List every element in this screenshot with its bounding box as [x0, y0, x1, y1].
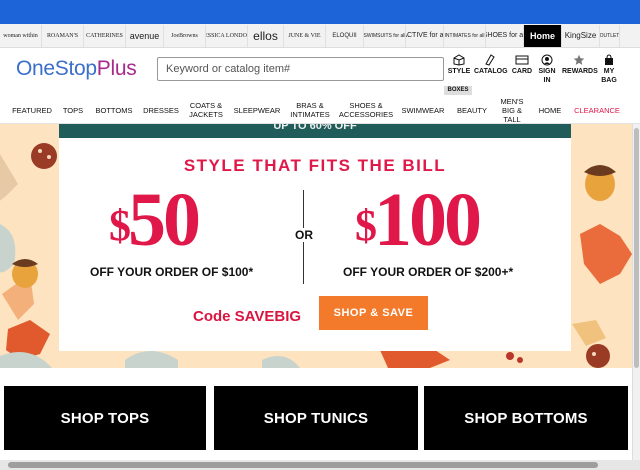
search-input[interactable]: Keyword or catalog item# — [157, 57, 444, 81]
user-icon — [541, 54, 553, 66]
brand-logo-catherines[interactable]: CATHERINES — [84, 24, 126, 47]
promo-code: Code SAVEBIG — [193, 308, 302, 325]
browser-top-bar — [0, 0, 640, 24]
style-box-icon — [453, 54, 465, 66]
offer2-amount: $100 — [355, 182, 482, 258]
nav-item-featured[interactable]: FEATURED — [8, 96, 56, 124]
rewards-link[interactable]: REWARDS — [562, 54, 598, 76]
card-link[interactable]: CARD — [510, 54, 534, 76]
offer1-dollar-sign: $ — [109, 201, 131, 250]
shop-tunics-tile[interactable]: SHOP TUNICS — [214, 386, 418, 450]
main-nav: FEATURED TOPS BOTTOMS DRESSES COATS & JA… — [0, 96, 640, 124]
shop-tops-tile[interactable]: SHOP TOPS — [4, 386, 206, 450]
horizontal-scrollbar[interactable] — [0, 460, 640, 470]
sign-in-link[interactable]: SIGN IN — [536, 54, 558, 85]
my-bag-link[interactable]: MY BAG — [598, 54, 620, 85]
util-label-card: CARD — [511, 68, 533, 75]
nav-item-clearance[interactable]: CLEARANCE — [572, 96, 622, 124]
nav-item-coats-jackets[interactable]: COATS & JACKETS — [186, 96, 226, 124]
brand-logo-jessica-london[interactable]: JESSICA LONDON — [206, 24, 248, 47]
vertical-scroll-thumb[interactable] — [634, 128, 639, 368]
nav-item-beauty[interactable]: BEAUTY — [452, 96, 492, 124]
offer2-dollar-sign: $ — [355, 201, 377, 250]
vertical-scrollbar[interactable] — [632, 124, 640, 464]
site-header: OneStopPlus Keyword or catalog item# STY… — [0, 48, 640, 96]
hero-banner[interactable]: UP TO 60% OFF STYLE THAT FITS THE BILL $… — [0, 124, 632, 368]
catalog-link[interactable]: CATALOG — [474, 54, 508, 76]
hero-teal-strip: UP TO 60% OFF — [59, 124, 571, 138]
nav-item-dresses[interactable]: DRESSES — [140, 96, 182, 124]
brand-logo-intimates-for-all[interactable]: INTIMATES for all — [444, 24, 486, 47]
offer1-amount: $50 — [109, 182, 201, 258]
bag-icon — [605, 54, 613, 65]
brand-strip: woman within ROAMAN'S CATHERINES avenue JoeB… — [0, 24, 640, 48]
offer-or-label: OR — [294, 228, 314, 242]
horizontal-scroll-thumb[interactable] — [8, 462, 598, 468]
catalog-icon — [485, 54, 495, 66]
brand-logo-outlet[interactable]: OUTLET — [600, 24, 620, 47]
offer-card: STYLE THAT FITS THE BILL $50 OFF YOUR OR… — [59, 138, 571, 351]
offer-headline: STYLE THAT FITS THE BILL — [183, 156, 447, 175]
offer2-text: OFF YOUR ORDER OF $200+* — [343, 265, 514, 279]
util-label-sign-in: SIGN IN — [538, 68, 556, 84]
brand-logo-woman-within[interactable]: woman within — [0, 24, 42, 47]
util-label-rewards: REWARDS — [562, 68, 598, 75]
logo-text-plus: Plus — [96, 57, 137, 80]
brand-logo-home[interactable]: Home — [524, 24, 562, 47]
util-label-style: STYLE — [447, 68, 471, 75]
brand-logo-avenue[interactable]: avenue — [126, 24, 164, 47]
shop-and-save-button[interactable]: SHOP & SAVE — [319, 296, 428, 330]
search-placeholder: Keyword or catalog item# — [166, 63, 291, 75]
brand-logo-ellos[interactable]: ellos — [248, 24, 284, 47]
page: woman within ROAMAN'S CATHERINES avenue JoeB… — [0, 0, 640, 470]
hero-teal-text: UP TO 60% OFF — [273, 124, 357, 132]
offer2-amount-value: 100 — [374, 178, 482, 262]
offer1-amount-value: 50 — [128, 178, 201, 262]
category-tiles: SHOP TOPS SHOP TUNICS SHOP BOTTOMS — [0, 386, 632, 454]
brand-logo-eloquii[interactable]: ELOQUII — [326, 24, 364, 47]
util-label-catalog: CATALOG — [474, 68, 508, 75]
brand-logo-swimsuits-for-all[interactable]: SWIMSUITS for all — [364, 24, 406, 47]
brand-logo-active-for-all[interactable]: ACTIVE for all — [406, 24, 444, 47]
shop-bottoms-tile[interactable]: SHOP BOTTOMS — [424, 386, 628, 450]
brand-logo-roaman-s[interactable]: ROAMAN'S — [42, 24, 84, 47]
star-icon — [573, 54, 585, 65]
nav-item-home[interactable]: HOME — [534, 96, 566, 124]
logo-text-onestop: OneStop — [16, 57, 97, 80]
nav-item-shoes-accessories[interactable]: SHOES & ACCESSORIES — [338, 96, 394, 124]
site-logo[interactable]: OneStopPlus — [16, 57, 137, 81]
nav-item-swimwear[interactable]: SWIMWEAR — [400, 96, 446, 124]
brand-logo-joebrowns[interactable]: JoeBrowns — [164, 24, 206, 47]
util-label-bag: MY BAG — [601, 68, 617, 84]
brand-logo-shoes-for-all[interactable]: SHOES for all — [486, 24, 524, 47]
nav-item-sleepwear[interactable]: SLEEPWEAR — [232, 96, 282, 124]
nav-item-bras-intimates[interactable]: BRAS & INTIMATES — [286, 96, 334, 124]
brand-logo-kingsize[interactable]: KingSize — [562, 24, 600, 47]
nav-item-tops[interactable]: TOPS — [58, 96, 88, 124]
nav-item-mens-big-tall[interactable]: MEN'S BIG & TALL — [496, 96, 528, 124]
boxes-label: BOXES — [444, 86, 472, 95]
style-boxes-link[interactable]: STYLE — [446, 54, 472, 76]
brand-logo-june-vie[interactable]: JUNE & VIE — [284, 24, 326, 47]
nav-item-bottoms[interactable]: BOTTOMS — [92, 96, 136, 124]
card-icon — [515, 55, 529, 65]
offer1-text: OFF YOUR ORDER OF $100* — [90, 265, 254, 279]
